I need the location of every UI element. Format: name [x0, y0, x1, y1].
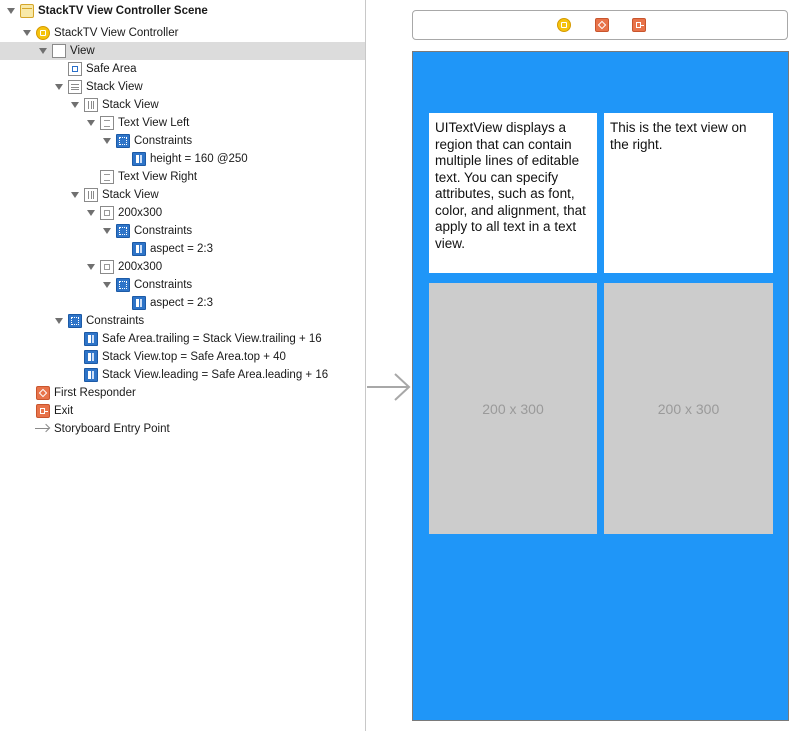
- outline-label: Safe Area: [86, 63, 137, 75]
- first-responder-icon: [36, 386, 50, 400]
- outline-stack-view-outer[interactable]: Stack View: [0, 78, 365, 96]
- horizontal-stack-view-icon: [84, 188, 98, 202]
- disclosure-triangle-icon[interactable]: [23, 30, 31, 36]
- outline-constraint-top[interactable]: Stack View.top = Safe Area.top + 40: [0, 348, 365, 366]
- outline-label: Text View Left: [118, 117, 190, 129]
- disclosure-triangle-icon[interactable]: [87, 120, 95, 126]
- text-view-icon: [100, 116, 114, 130]
- outline-first-responder[interactable]: First Responder: [0, 384, 365, 402]
- outline-label: height = 160 @250: [150, 153, 248, 165]
- constraint-icon: [132, 242, 146, 256]
- disclosure-triangle-icon[interactable]: [71, 192, 79, 198]
- outline-exit[interactable]: Exit: [0, 402, 365, 420]
- outline-label: aspect = 2:3: [150, 297, 213, 309]
- scene-dock: [412, 10, 788, 40]
- storyboard-canvas[interactable]: UITextView displays a region that can co…: [367, 0, 799, 731]
- outline-aspect-two[interactable]: aspect = 2:3: [0, 294, 365, 312]
- image-view-left[interactable]: 200 x 300: [429, 283, 597, 534]
- constraints-icon: [68, 314, 82, 328]
- root-view[interactable]: UITextView displays a region that can co…: [412, 51, 789, 721]
- outline-label: Storyboard Entry Point: [54, 423, 170, 435]
- outline-label: StackTV View Controller: [54, 27, 179, 39]
- outline-text-view-right[interactable]: Text View Right: [0, 168, 365, 186]
- constraints-icon: [116, 134, 130, 148]
- image-view-icon: [100, 260, 114, 274]
- disclosure-triangle-icon[interactable]: [55, 318, 63, 324]
- outline-label: 200x300: [118, 207, 163, 219]
- text-view-icon: [100, 170, 114, 184]
- outline-label: Safe Area.trailing = Stack View.trailing…: [102, 333, 322, 345]
- outline-label: Stack View.leading = Safe Area.leading +…: [102, 369, 329, 381]
- outline-stack-view-bottom[interactable]: Stack View: [0, 186, 365, 204]
- safe-area-icon: [68, 62, 82, 76]
- disclosure-triangle-icon[interactable]: [103, 228, 111, 234]
- outline-label: Constraints: [134, 225, 193, 237]
- text-view-left[interactable]: UITextView displays a region that can co…: [429, 113, 597, 273]
- constraints-icon: [116, 278, 130, 292]
- disclosure-triangle-icon[interactable]: [55, 84, 63, 90]
- outline-stack-view-top[interactable]: Stack View: [0, 96, 365, 114]
- outline-label: Constraints: [134, 279, 193, 291]
- outline-label: Constraints: [86, 315, 145, 327]
- outline-entry-point[interactable]: Storyboard Entry Point: [0, 420, 365, 438]
- entry-point-arrow-icon[interactable]: [367, 372, 413, 402]
- exit-icon: [36, 404, 50, 418]
- outline-image-two[interactable]: 200x300: [0, 258, 365, 276]
- outline-constraint-leading[interactable]: Stack View.leading = Safe Area.leading +…: [0, 366, 365, 384]
- view-controller-icon[interactable]: [557, 18, 571, 32]
- outline-view[interactable]: View: [0, 42, 365, 60]
- scene-icon: [20, 4, 34, 18]
- disclosure-triangle-icon[interactable]: [7, 8, 15, 14]
- exit-icon[interactable]: [632, 18, 646, 32]
- constraint-icon: [84, 350, 98, 364]
- disclosure-triangle-icon[interactable]: [71, 102, 79, 108]
- text-view-right[interactable]: This is the text view on the right.: [604, 113, 773, 273]
- disclosure-triangle-icon[interactable]: [87, 210, 95, 216]
- image-view-icon: [100, 206, 114, 220]
- outline-label: Stack View.top = Safe Area.top + 40: [102, 351, 286, 363]
- outline-image-one[interactable]: 200x300: [0, 204, 365, 222]
- image-placeholder-label: 200 x 300: [657, 400, 720, 417]
- outline-label: Exit: [54, 405, 74, 417]
- outline-constraint-trailing[interactable]: Safe Area.trailing = Stack View.trailing…: [0, 330, 365, 348]
- image-view-right[interactable]: 200 x 300: [604, 283, 773, 534]
- outline-constraints-image-one[interactable]: Constraints: [0, 222, 365, 240]
- arrow-right-icon: [35, 422, 49, 436]
- outline-label: StackTV View Controller Scene: [38, 5, 208, 17]
- document-outline: StackTV View Controller Scene StackTV Vi…: [0, 0, 366, 731]
- constraint-icon: [132, 296, 146, 310]
- outline-constraints-view[interactable]: Constraints: [0, 312, 365, 330]
- outline-label: Stack View: [102, 99, 159, 111]
- view-icon: [52, 44, 66, 58]
- disclosure-triangle-icon[interactable]: [87, 264, 95, 270]
- disclosure-triangle-icon[interactable]: [103, 138, 111, 144]
- outline-text-view-left[interactable]: Text View Left: [0, 114, 365, 132]
- horizontal-stack-view-icon: [84, 98, 98, 112]
- outline-label: Constraints: [134, 135, 193, 147]
- vertical-stack-view-icon: [68, 80, 82, 94]
- outline-label: Stack View: [86, 81, 143, 93]
- outline-label: aspect = 2:3: [150, 243, 213, 255]
- outline-label: 200x300: [118, 261, 163, 273]
- constraints-icon: [116, 224, 130, 238]
- disclosure-triangle-icon[interactable]: [39, 48, 47, 54]
- outline-label: Text View Right: [118, 171, 198, 183]
- view-controller-icon: [36, 26, 50, 40]
- constraint-icon: [132, 152, 146, 166]
- outline-label: View: [70, 45, 95, 57]
- outline-safe-area[interactable]: Safe Area: [0, 60, 365, 78]
- image-placeholder-label: 200 x 300: [482, 400, 544, 417]
- disclosure-triangle-icon[interactable]: [103, 282, 111, 288]
- outline-view-controller[interactable]: StackTV View Controller: [0, 24, 365, 42]
- outline-scene[interactable]: StackTV View Controller Scene: [0, 2, 365, 20]
- first-responder-icon[interactable]: [595, 18, 609, 32]
- constraint-icon: [84, 332, 98, 346]
- outline-label: First Responder: [54, 387, 136, 399]
- outline-height-constraint[interactable]: height = 160 @250: [0, 150, 365, 168]
- constraint-icon: [84, 368, 98, 382]
- outline-constraints-image-two[interactable]: Constraints: [0, 276, 365, 294]
- outline-label: Stack View: [102, 189, 159, 201]
- outline-constraints-left[interactable]: Constraints: [0, 132, 365, 150]
- outline-aspect-one[interactable]: aspect = 2:3: [0, 240, 365, 258]
